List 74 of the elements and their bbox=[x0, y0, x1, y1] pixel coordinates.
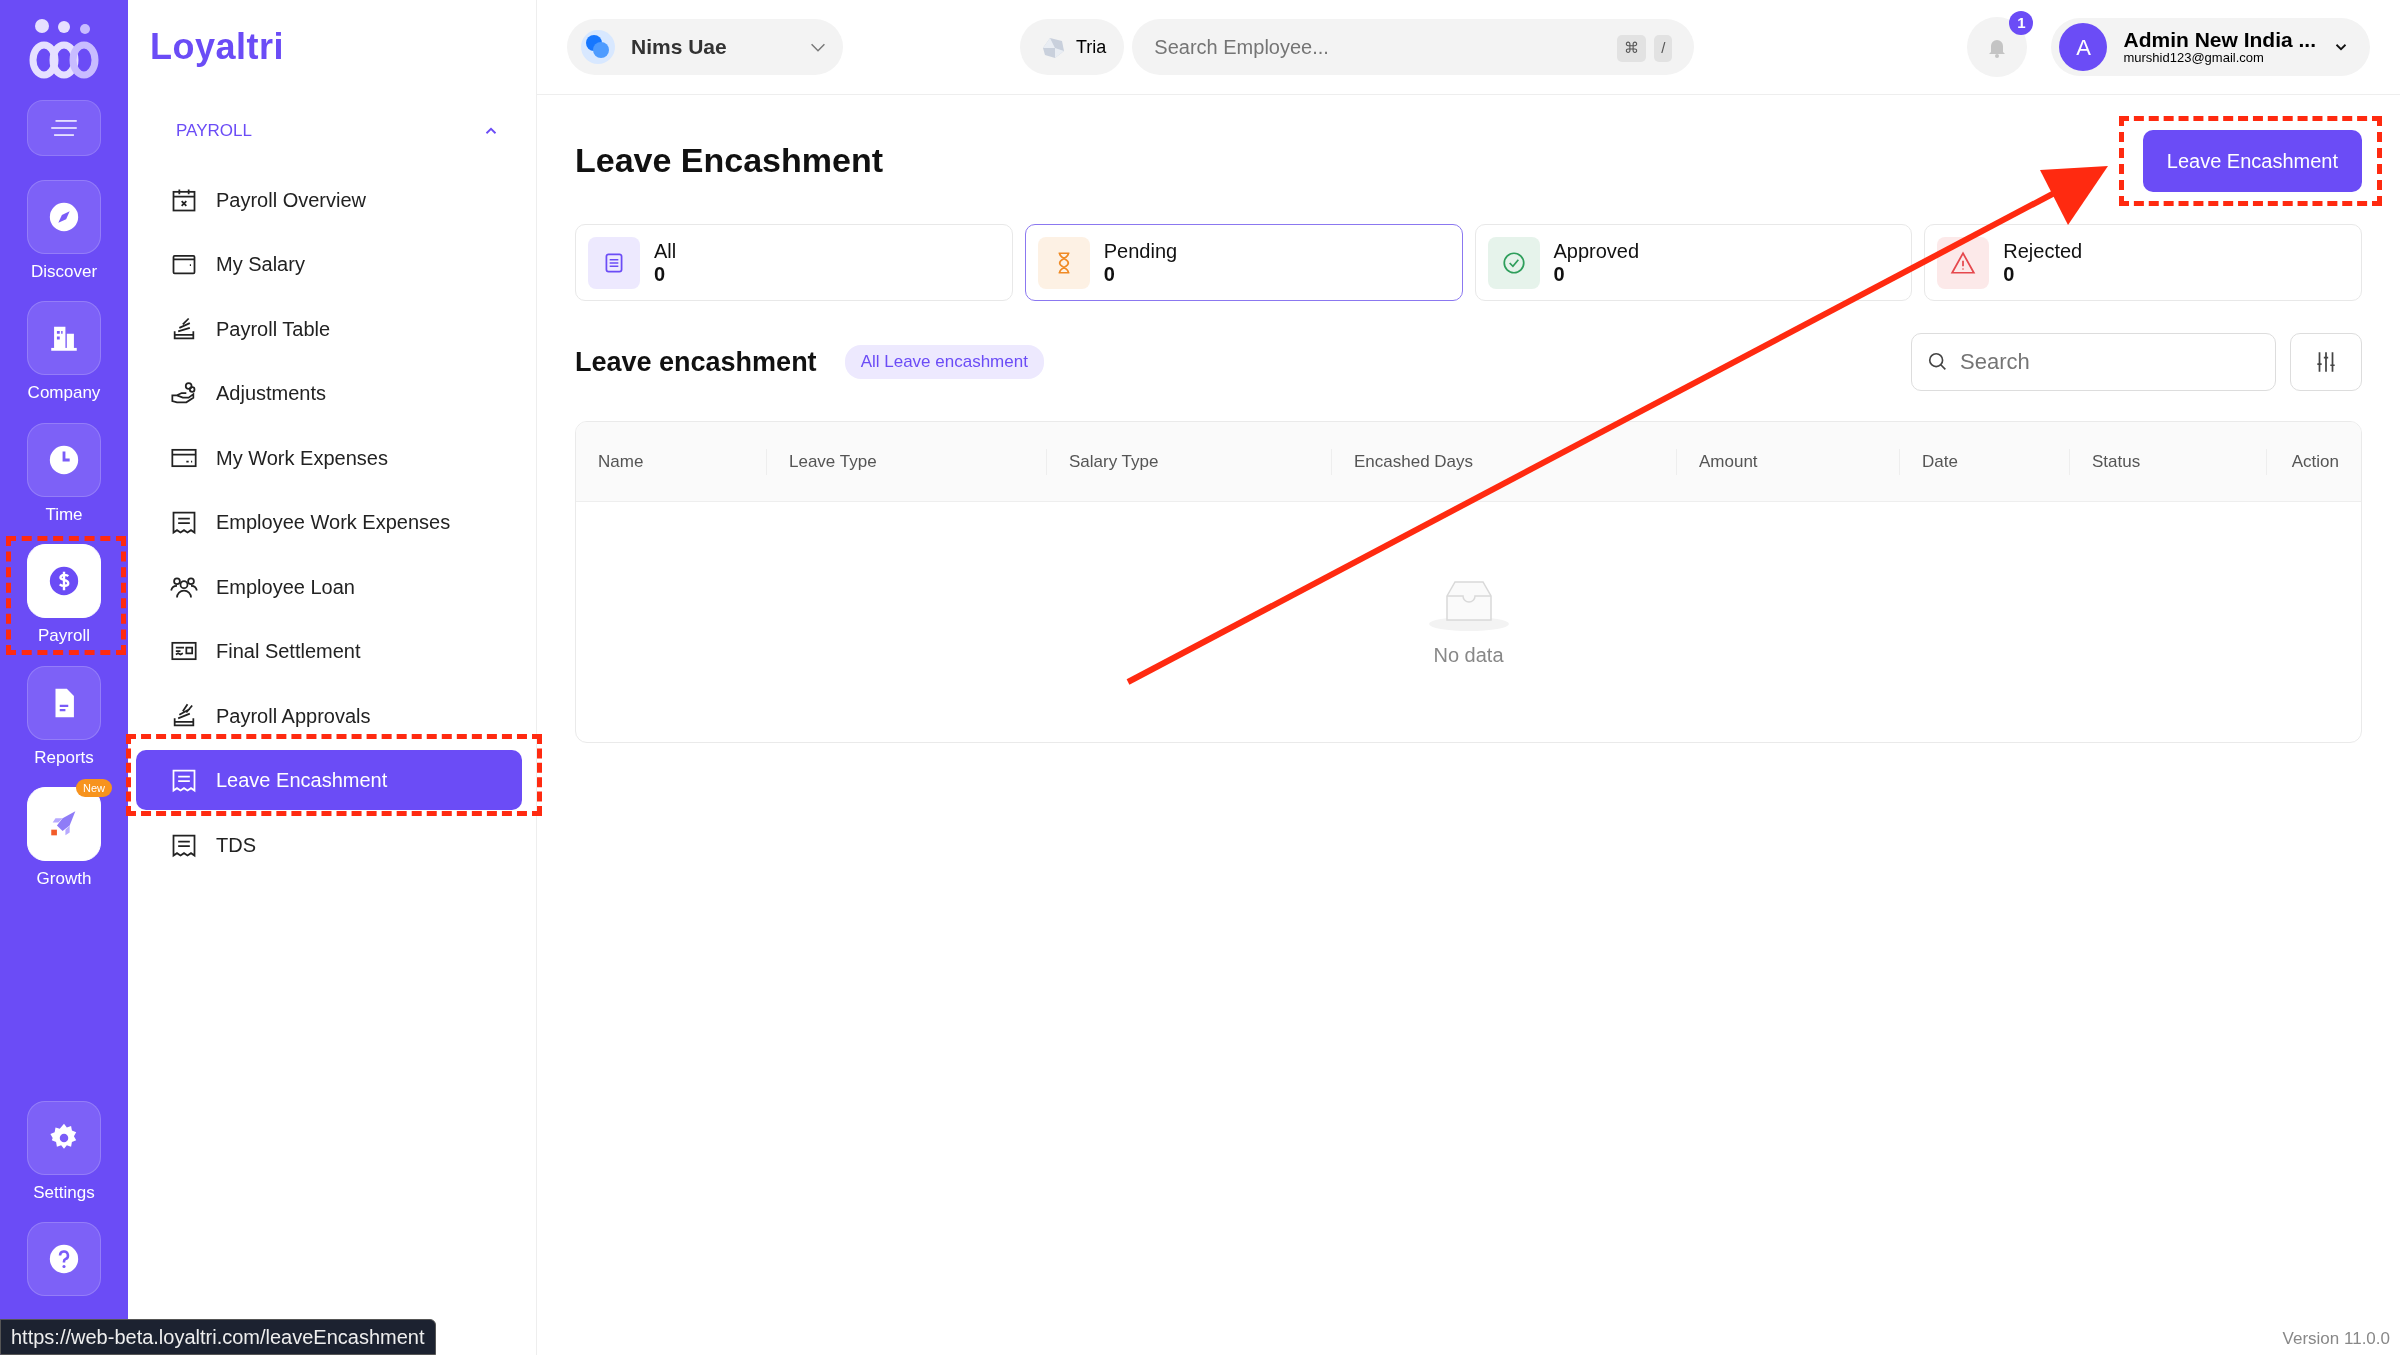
brand-logo: Loyaltri bbox=[150, 25, 286, 69]
column-header: Encashed Days bbox=[1331, 448, 1676, 475]
nav-label: Time bbox=[45, 504, 83, 526]
help-icon bbox=[47, 1242, 81, 1276]
company-selector[interactable]: Nims Uae bbox=[567, 19, 843, 75]
nav-label: Company bbox=[27, 383, 101, 404]
search-icon bbox=[1927, 351, 1949, 373]
status-filter-card[interactable]: Rejected 0 bbox=[1924, 224, 2362, 301]
notification-count: 1 bbox=[2009, 11, 2034, 35]
nav-label: Growth bbox=[36, 868, 92, 890]
menu-button[interactable] bbox=[27, 100, 101, 156]
column-header: Action bbox=[2266, 448, 2361, 475]
column-header: Name bbox=[597, 450, 645, 473]
compass-icon bbox=[47, 200, 81, 234]
status-label: Pending bbox=[1103, 239, 1178, 263]
column-header: Amount bbox=[1676, 448, 1899, 475]
status-count: 0 bbox=[1103, 262, 1116, 286]
sidebar-item[interactable]: Adjustments bbox=[150, 363, 522, 423]
user-email: murshid123@gmail.com bbox=[2123, 50, 2265, 66]
shortcut-key: ⌘ bbox=[1617, 35, 1647, 62]
logo-icon bbox=[28, 18, 100, 80]
sidebar-item[interactable]: Payroll Table bbox=[150, 298, 522, 359]
status-count: 0 bbox=[2003, 262, 2016, 286]
shortcut-key: / bbox=[1654, 35, 1673, 62]
nav-label: Discover bbox=[30, 262, 98, 283]
avatar: A bbox=[2059, 23, 2108, 71]
filter-chip[interactable]: All Leave encashment bbox=[844, 345, 1044, 379]
status-filter-card[interactable]: Pending 0 bbox=[1024, 224, 1463, 301]
nav-label: Payroll bbox=[38, 626, 90, 647]
status-filter-card[interactable]: All 0 bbox=[575, 224, 1013, 301]
sidebar-item[interactable]: Payroll Overview bbox=[150, 169, 522, 230]
section-title: PAYROLL bbox=[176, 120, 252, 142]
sidebar-item[interactable]: Employee Work Expenses bbox=[150, 492, 522, 552]
version-label: Version 11.0.0 bbox=[2282, 1327, 2390, 1350]
nav-label: Reports bbox=[34, 747, 94, 768]
new-badge: New bbox=[76, 778, 112, 798]
sidebar-item[interactable]: My Salary bbox=[150, 234, 522, 294]
empty-message: No data bbox=[1433, 643, 1504, 668]
sidebar-item[interactable]: TDS bbox=[150, 814, 522, 875]
status-label: Approved bbox=[1553, 239, 1640, 263]
section-title: Leave encashment bbox=[575, 345, 817, 379]
column-header: Salary Type bbox=[1046, 448, 1331, 475]
status-label: All bbox=[654, 239, 677, 263]
nav-button[interactable] bbox=[27, 301, 101, 376]
sidebar-item[interactable]: Final Settlement bbox=[150, 621, 522, 681]
nav-button[interactable] bbox=[27, 180, 101, 254]
column-header: Status bbox=[2069, 448, 2266, 475]
column-header: Date bbox=[1899, 448, 2069, 475]
assistant-button[interactable]: Tria bbox=[1020, 19, 1125, 75]
nav-button[interactable] bbox=[27, 544, 101, 619]
help-button[interactable] bbox=[27, 1222, 101, 1296]
status-count: 0 bbox=[1553, 262, 1566, 286]
nav-button[interactable] bbox=[27, 422, 101, 497]
page-title: Leave Encashment bbox=[575, 140, 884, 181]
warning-icon bbox=[1950, 249, 1977, 276]
column-header: Leave Type bbox=[766, 448, 1046, 475]
add-leave-encashment-button[interactable]: Leave Encashment bbox=[2142, 129, 2362, 192]
status-filter-card[interactable]: Approved 0 bbox=[1474, 224, 1913, 301]
sidebar-item[interactable]: Payroll Approvals bbox=[150, 685, 522, 746]
company-logo-icon bbox=[581, 30, 615, 64]
nav-label: Settings bbox=[33, 1182, 95, 1203]
sidebar-item[interactable]: Employee Loan bbox=[150, 556, 522, 617]
link-url-tooltip: https://web-beta.loyaltri.com/leaveEncashment bbox=[0, 1319, 436, 1355]
status-label: Rejected bbox=[2003, 239, 2083, 263]
user-name: Admin New India ... bbox=[2123, 28, 2316, 51]
sidebar-item[interactable]: My Work Expenses bbox=[150, 427, 522, 488]
sidebar-item[interactable]: Leave Encashment bbox=[136, 750, 522, 810]
user-menu[interactable]: A Admin New India ... murshid123@gmail.com bbox=[2051, 18, 2370, 76]
status-count: 0 bbox=[654, 262, 667, 286]
search-field[interactable]: Search bbox=[1911, 333, 2276, 391]
nav-button[interactable] bbox=[27, 665, 101, 740]
filter-button[interactable] bbox=[2290, 333, 2362, 391]
check-circle-icon bbox=[1500, 249, 1527, 276]
nav-button[interactable] bbox=[27, 1100, 101, 1175]
